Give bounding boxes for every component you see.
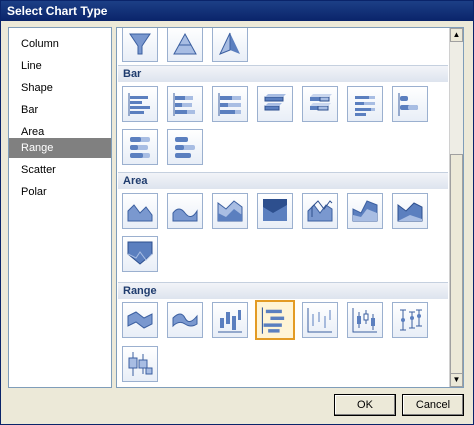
section-header-bar: Bar — [118, 65, 448, 82]
bar-cylinder-100-icon[interactable] — [167, 129, 203, 165]
ok-button[interactable]: OK — [334, 394, 396, 416]
cancel-button[interactable]: Cancel — [402, 394, 464, 416]
area-3d-100-icon[interactable] — [392, 193, 428, 229]
range-column-icon[interactable] — [212, 302, 248, 338]
section-header-range: Range — [118, 282, 448, 299]
chart-category-list[interactable]: Column Line Shape Bar Area Range Scatter… — [8, 27, 112, 388]
select-chart-type-dialog: Select Chart Type Column Line Shape Bar … — [0, 0, 474, 425]
range-smooth-area-icon[interactable] — [167, 302, 203, 338]
bar-3d-clustered-icon[interactable] — [257, 86, 293, 122]
chart-type-gallery: Bar Area Range — [116, 27, 464, 388]
bar-cylinder-icon[interactable] — [392, 86, 428, 122]
area-icon[interactable] — [122, 193, 158, 229]
category-item-polar[interactable]: Polar — [9, 182, 111, 202]
category-item-line[interactable]: Line — [9, 56, 111, 76]
candlestick-icon[interactable] — [347, 302, 383, 338]
bar-clustered-icon[interactable] — [122, 86, 158, 122]
funnel-icon[interactable] — [122, 28, 158, 62]
bar-cylinder-stacked-icon[interactable] — [122, 129, 158, 165]
section-header-area: Area — [118, 172, 448, 189]
category-item-column[interactable]: Column — [9, 34, 111, 54]
gallery-scrollbar[interactable]: ▲ ▼ — [449, 28, 463, 387]
bar-3d-stacked-icon[interactable] — [302, 86, 338, 122]
boxplot-icon[interactable] — [122, 346, 158, 382]
category-item-scatter[interactable]: Scatter — [9, 160, 111, 180]
dialog-title: Select Chart Type — [1, 1, 473, 21]
error-bar-icon[interactable] — [392, 302, 428, 338]
area-funnel-icon[interactable] — [122, 236, 158, 272]
area-100-icon[interactable] — [257, 193, 293, 229]
category-item-shape[interactable]: Shape — [9, 78, 111, 98]
bar-stacked-icon[interactable] — [167, 86, 203, 122]
category-item-bar[interactable]: Bar — [9, 100, 111, 120]
area-3d-stacked-icon[interactable] — [347, 193, 383, 229]
pyramid-3d-icon[interactable] — [212, 28, 248, 62]
range-bar-icon[interactable] — [255, 300, 295, 340]
pyramid-icon[interactable] — [167, 28, 203, 62]
area-3d-icon[interactable] — [302, 193, 338, 229]
scroll-down-arrow-icon[interactable]: ▼ — [450, 373, 463, 387]
category-item-range[interactable]: Range — [9, 138, 111, 158]
scroll-up-arrow-icon[interactable]: ▲ — [450, 28, 463, 42]
bar-100-stacked-icon[interactable] — [212, 86, 248, 122]
scroll-thumb[interactable] — [450, 154, 463, 376]
area-stacked-icon[interactable] — [212, 193, 248, 229]
stock-icon[interactable] — [302, 302, 338, 338]
range-area-icon[interactable] — [122, 302, 158, 338]
area-smooth-icon[interactable] — [167, 193, 203, 229]
bar-3d-100-stacked-icon[interactable] — [347, 86, 383, 122]
